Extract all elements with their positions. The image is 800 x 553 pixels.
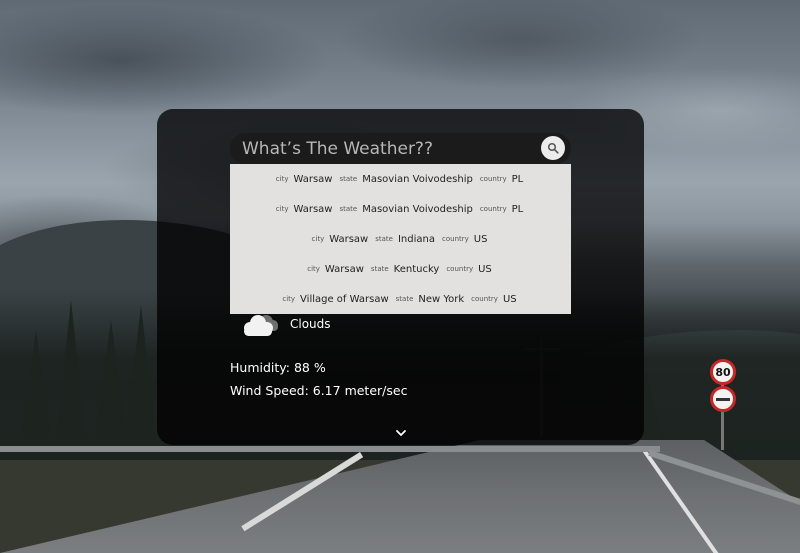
city-name: Warsaw: [293, 173, 333, 185]
tree: [55, 300, 87, 450]
city-name: Warsaw: [293, 203, 333, 215]
no-overtaking-sign: [710, 386, 736, 412]
state-name: Masovian Voivodeship: [362, 173, 473, 185]
country-label: country: [442, 235, 469, 243]
state-label: state: [339, 205, 358, 213]
state-label: state: [370, 265, 389, 273]
city-name: Warsaw: [329, 233, 369, 245]
city-label: city: [307, 265, 320, 273]
guard-rail: [0, 446, 660, 452]
state-label: state: [375, 235, 393, 243]
tree: [95, 320, 127, 440]
suggestion-item[interactable]: city Warsaw state Kentucky country US: [230, 254, 571, 284]
city-label: city: [275, 175, 289, 183]
suggestion-item[interactable]: city Village of Warsaw state New York co…: [230, 284, 571, 314]
state-name: Indiana: [397, 233, 435, 245]
city-label: city: [275, 205, 289, 213]
country-label: country: [479, 205, 507, 213]
search-icon: [547, 142, 559, 154]
state-label: state: [339, 175, 358, 183]
suggestion-item[interactable]: city Warsaw state Masovian Voivodeship c…: [230, 194, 571, 224]
search-button[interactable]: [541, 136, 565, 160]
country-code: PL: [511, 173, 524, 185]
country-code: US: [478, 263, 492, 275]
cloud-icon: [244, 315, 278, 336]
search-input[interactable]: [230, 133, 571, 164]
state-name: Masovian Voivodeship: [362, 203, 473, 215]
country-code: PL: [511, 203, 524, 215]
tree: [125, 305, 157, 445]
state-name: Kentucky: [393, 263, 440, 275]
country-code: US: [473, 233, 488, 245]
suggestion-item[interactable]: city Warsaw state Indiana country US: [230, 224, 571, 254]
suggestion-item[interactable]: city Warsaw state Masovian Voivodeship c…: [230, 164, 571, 194]
city-label: city: [311, 235, 325, 243]
city-name: Village of Warsaw: [300, 293, 389, 305]
country-label: country: [471, 295, 498, 303]
weather-condition: Clouds: [290, 317, 331, 331]
suggestion-list: city Warsaw state Masovian Voivodeship c…: [230, 164, 571, 314]
tree: [20, 330, 52, 450]
country-label: country: [446, 265, 474, 273]
state-name: New York: [418, 293, 465, 305]
state-label: state: [395, 295, 414, 303]
city-label: city: [282, 295, 296, 303]
chevron-down-icon[interactable]: [395, 428, 407, 438]
wind-speed-text: Wind Speed: 6.17 meter/sec: [230, 383, 408, 398]
search-bar: [230, 133, 571, 164]
city-name: Warsaw: [324, 263, 364, 275]
humidity-text: Humidity: 88 %: [230, 360, 326, 375]
speed-limit-sign: 80: [710, 359, 736, 385]
country-label: country: [479, 175, 507, 183]
country-code: US: [502, 293, 517, 305]
